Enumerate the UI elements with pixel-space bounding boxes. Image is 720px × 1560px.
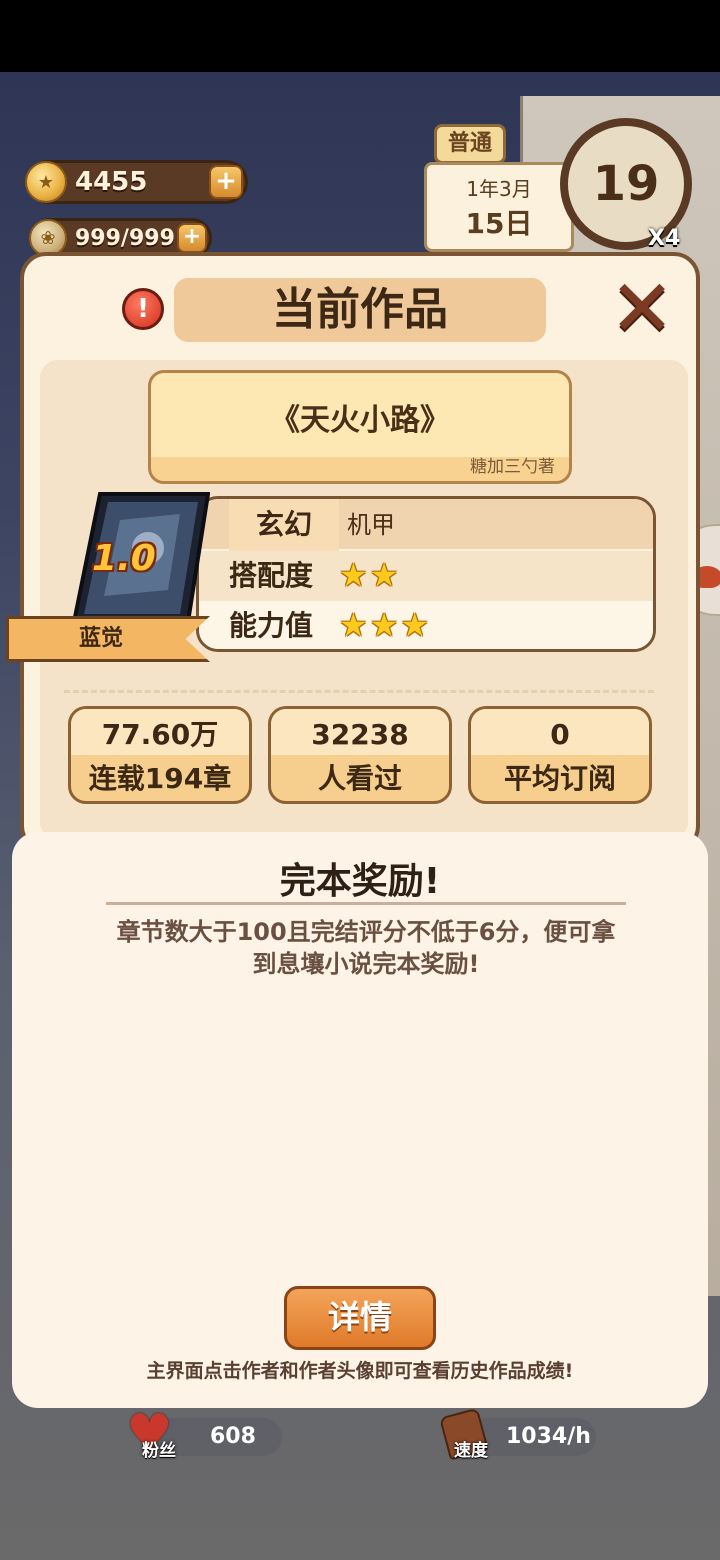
star-icon: ★ xyxy=(400,606,430,644)
coin-value: 4455 xyxy=(75,167,148,197)
details-button[interactable]: 详情 xyxy=(284,1286,436,1350)
match-stars: ★ ★ xyxy=(339,559,398,591)
coin-counter: ★ 4455 + xyxy=(25,160,248,204)
dialog-title: 当前作品 xyxy=(174,278,546,342)
add-coins-button[interactable]: + xyxy=(209,165,243,199)
match-row: 搭配度 ★ ★ xyxy=(199,551,653,601)
book-title: 《天火小路》 xyxy=(270,403,450,438)
book-author-credit: 糖加三勺著 xyxy=(470,457,555,477)
star-icon: ★ xyxy=(339,606,368,644)
reward-title: 完本奖励! xyxy=(279,861,441,902)
genre-main: 玄幻 xyxy=(229,499,339,551)
reward-divider xyxy=(106,902,626,905)
fans-value: 608 xyxy=(210,1424,256,1449)
stat-label: 人看过 xyxy=(317,762,402,795)
fans-label: 粉丝 xyxy=(142,1441,176,1461)
stat-value: 0 xyxy=(471,709,649,755)
book-title-card: 《天火小路》 糖加三勺著 xyxy=(148,370,572,484)
coin-icon: ★ xyxy=(25,161,67,203)
date-day: 15日 xyxy=(465,207,533,240)
reward-description: 章节数大于100且完结评分不低于6分，便可拿到息壤小说完本奖励! xyxy=(116,918,616,978)
book-info-panel: 玄幻 机甲 搭配度 ★ ★ 能力值 ★ ★ ★ xyxy=(196,496,656,652)
close-icon[interactable]: ✕ xyxy=(606,270,678,348)
stat-readers: 32238 人看过 xyxy=(268,706,452,804)
stat-label: 连载194章 xyxy=(88,762,232,795)
match-label: 搭配度 xyxy=(229,559,314,592)
clock-value: 19 xyxy=(592,156,660,212)
speed-multiplier[interactable]: X4 xyxy=(648,226,680,251)
stat-value: 77.60万 xyxy=(71,709,249,755)
author-name-ribbon[interactable]: 蓝觉 xyxy=(6,616,210,662)
date-card: 1年3月 15日 xyxy=(424,162,574,252)
stat-label: 平均订阅 xyxy=(503,762,616,795)
difficulty-mode-tag[interactable]: 普通 xyxy=(434,124,506,164)
star-icon: ★ xyxy=(339,556,368,594)
star-icon: ★ xyxy=(369,556,399,594)
stat-value: 32238 xyxy=(271,709,449,755)
hint-text: 主界面点击作者和作者头像即可查看历史作品成绩! xyxy=(146,1360,574,1382)
speed-label: 速度 xyxy=(454,1441,488,1461)
stat-word-count: 77.60万 连载194章 xyxy=(68,706,252,804)
genre-row: 玄幻 机甲 xyxy=(199,499,653,551)
date-year-month: 1年3月 xyxy=(466,177,532,201)
status-bar xyxy=(0,0,720,72)
divider xyxy=(64,690,654,693)
add-energy-button[interactable]: + xyxy=(177,223,207,253)
book-rating: 1.0 xyxy=(92,538,156,579)
ability-row: 能力值 ★ ★ ★ xyxy=(199,601,653,649)
stat-subscriptions: 0 平均订阅 xyxy=(468,706,652,804)
speed-value: 1034/h xyxy=(506,1424,591,1449)
star-icon: ★ xyxy=(369,606,399,644)
warning-icon[interactable]: ! xyxy=(122,288,164,330)
ability-stars: ★ ★ ★ xyxy=(339,609,429,641)
energy-value: 999/999 xyxy=(75,225,175,251)
genre-sub: 机甲 xyxy=(347,511,395,539)
ability-label: 能力值 xyxy=(229,609,314,642)
